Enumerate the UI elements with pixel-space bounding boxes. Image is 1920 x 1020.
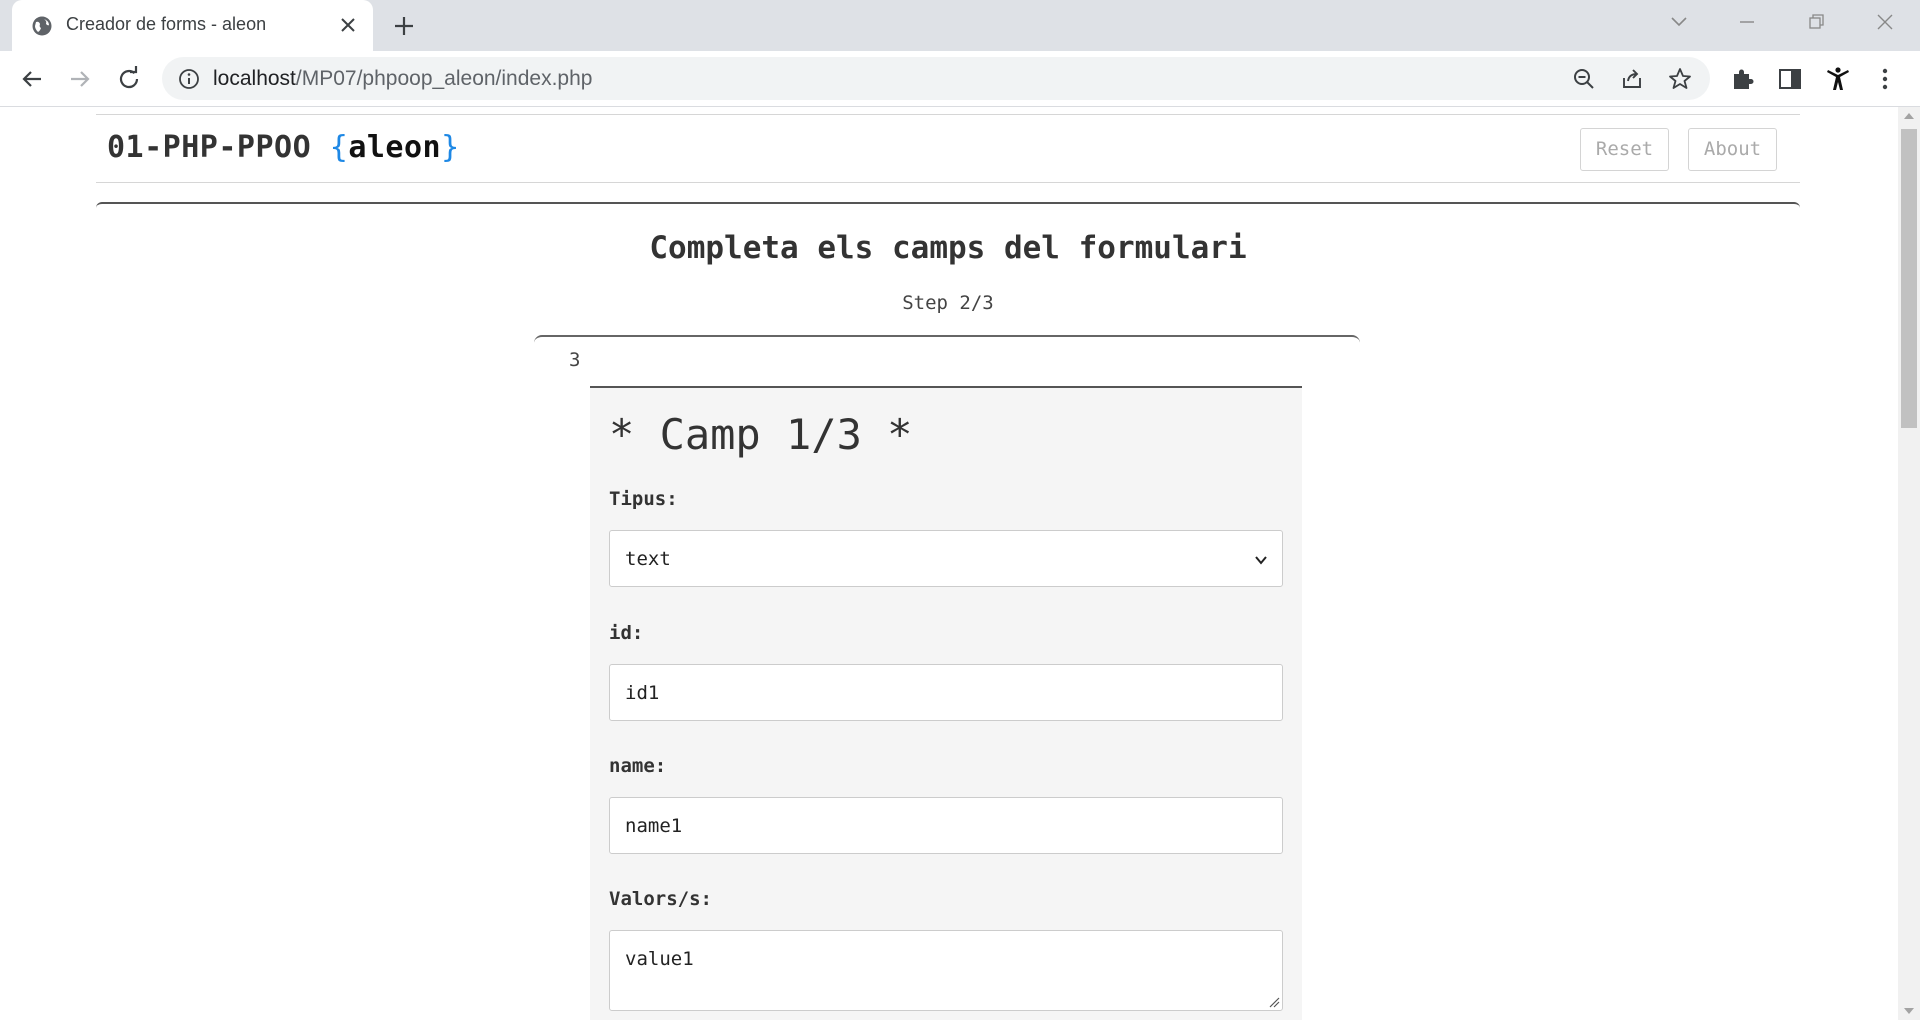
back-arrow-icon[interactable] — [16, 63, 48, 95]
share-icon[interactable] — [1619, 66, 1645, 92]
browser-toolbar: localhost/MP07/phpoop_aleon/index.php — [0, 51, 1920, 107]
brand-brace-close: } — [441, 130, 460, 165]
reload-icon[interactable] — [113, 63, 145, 95]
scrollbar-thumb[interactable] — [1901, 129, 1917, 428]
values-label: Valors/s: — [609, 888, 712, 910]
field-count: 3 — [569, 349, 581, 371]
browser-tab[interactable]: Creador de forms - aleon — [12, 0, 373, 51]
name-label: name: — [609, 755, 667, 777]
type-select[interactable]: text — [609, 530, 1283, 587]
extensions-puzzle-icon[interactable] — [1728, 64, 1758, 94]
zoom-out-icon[interactable] — [1571, 66, 1597, 92]
id-input-value: id1 — [625, 682, 660, 704]
reset-button[interactable]: Reset — [1580, 128, 1669, 171]
page-viewport: 01-PHP-PPOO {aleon} Reset About Completa… — [0, 107, 1898, 1020]
url-path: /MP07/phpoop_aleon/index.php — [295, 67, 593, 90]
brand-prefix: 01-PHP-PPOO — [107, 130, 330, 165]
fields-container: 3 * Camp 1/3 * Tipus: text id: id1 name:… — [534, 335, 1360, 1020]
values-textarea[interactable]: value1 — [609, 930, 1283, 1011]
type-select-value: text — [625, 548, 671, 570]
name-input-value: name1 — [625, 815, 683, 837]
tab-title: Creador de forms - aleon — [66, 14, 267, 34]
tab-search-chevron-icon[interactable] — [1662, 8, 1696, 36]
field-title: * Camp 1/3 * — [609, 410, 913, 459]
close-tab-icon[interactable] — [336, 13, 360, 37]
site-brand[interactable]: 01-PHP-PPOO {aleon} — [107, 130, 460, 165]
values-textarea-value: value1 — [625, 948, 694, 970]
form-card: Completa els camps del formulari Step 2/… — [96, 202, 1800, 1020]
site-info-icon[interactable] — [177, 67, 201, 91]
about-button[interactable]: About — [1688, 128, 1777, 171]
scroll-down-arrow-icon[interactable] — [1904, 1008, 1914, 1014]
site-header: 01-PHP-PPOO {aleon} Reset About — [96, 114, 1800, 183]
resize-handle-icon[interactable] — [1268, 996, 1280, 1008]
url-host: localhost — [213, 67, 296, 90]
id-input[interactable]: id1 — [609, 664, 1283, 721]
side-panel-icon[interactable] — [1775, 64, 1805, 94]
name-input[interactable]: name1 — [609, 797, 1283, 854]
globe-icon — [32, 16, 52, 36]
step-indicator: Step 2/3 — [902, 292, 994, 314]
field-fieldset: * Camp 1/3 * Tipus: text id: id1 name: n… — [590, 386, 1302, 1020]
profile-avatar-icon[interactable] — [1823, 64, 1853, 94]
minimize-icon[interactable] — [1730, 8, 1764, 36]
url-text[interactable]: localhost/MP07/phpoop_aleon/index.php — [213, 67, 592, 91]
new-tab-plus-icon[interactable] — [390, 12, 418, 40]
scroll-up-arrow-icon[interactable] — [1904, 113, 1914, 119]
page-title: Completa els camps del formulari — [649, 230, 1247, 266]
more-menu-icon[interactable] — [1870, 64, 1900, 94]
page-scrollbar[interactable] — [1898, 107, 1920, 1020]
bookmark-star-icon[interactable] — [1667, 66, 1693, 92]
chevron-down-icon — [1255, 556, 1267, 565]
forward-arrow-icon[interactable] — [64, 63, 96, 95]
type-label: Tipus: — [609, 488, 678, 510]
brand-brace-open: { — [329, 130, 349, 165]
restore-icon[interactable] — [1799, 8, 1833, 36]
close-window-icon[interactable] — [1868, 8, 1902, 36]
browser-tab-strip: Creador de forms - aleon — [0, 0, 1920, 51]
id-label: id: — [609, 622, 644, 644]
brand-name: aleon — [348, 130, 442, 165]
address-bar[interactable]: localhost/MP07/phpoop_aleon/index.php — [162, 57, 1710, 100]
